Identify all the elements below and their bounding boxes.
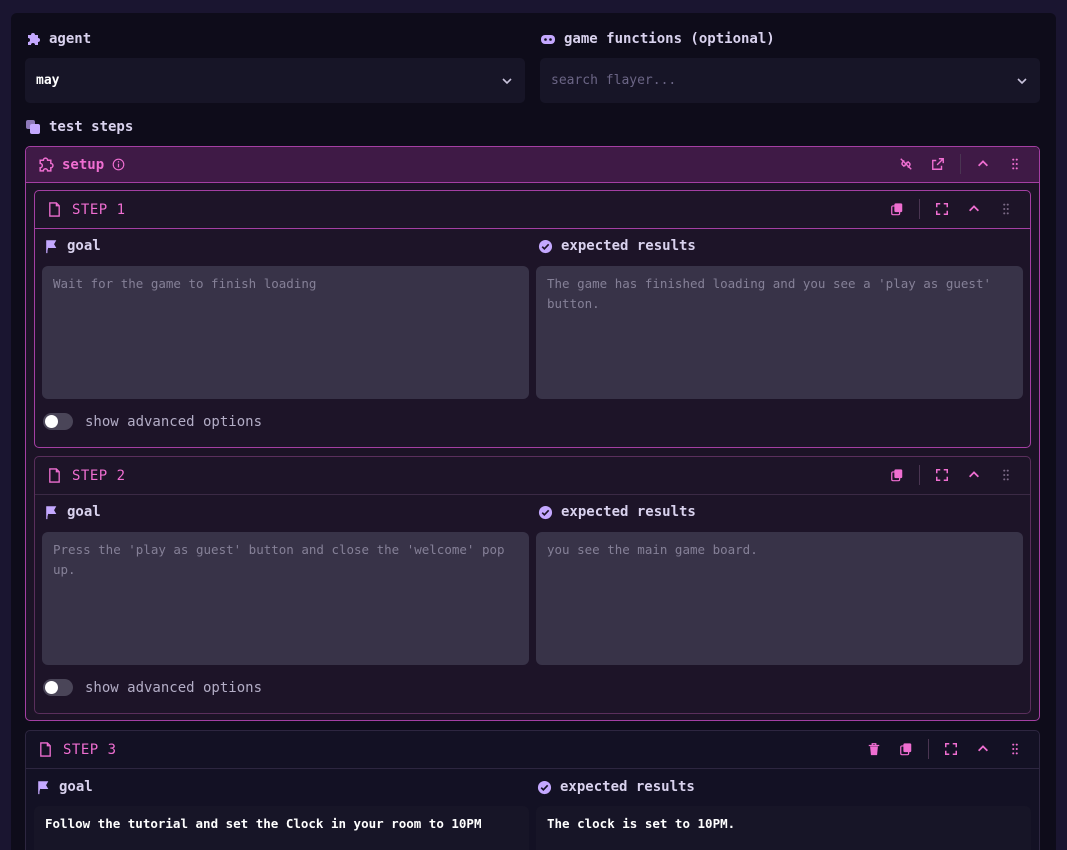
expected-results-textarea[interactable]: you see the main game board. [536,532,1023,665]
expand-step-button[interactable] [935,737,967,761]
collapse-step-button[interactable] [958,197,990,221]
step-header[interactable]: STEP 2 [35,457,1030,495]
duplicate-step-button[interactable] [881,197,913,221]
flag-icon [46,505,57,519]
game-functions-label: game functions (optional) [540,31,775,47]
step-card: STEP 3 goal expected results Follow the … [25,730,1040,850]
drag-handle[interactable] [999,152,1031,176]
game-functions-search[interactable]: search flayer... [540,58,1040,103]
collapse-setup-button[interactable] [967,152,999,176]
divider [928,739,929,759]
step-card: STEP 2 goal expected results Press the '… [34,456,1031,714]
file-icon [40,742,51,757]
puzzle-icon [28,33,40,45]
expected-results-textarea[interactable]: The game has finished loading and you se… [536,266,1023,399]
divider [919,465,920,485]
toggle-switch[interactable] [43,413,73,430]
layers-icon [26,120,40,134]
test-steps-label: test steps [25,119,133,135]
open-external-button[interactable] [922,152,954,176]
chevron-down-icon [502,77,512,84]
expand-step-button[interactable] [926,197,958,221]
unlink-icon [900,158,912,170]
step-title: STEP 2 [72,467,126,484]
advanced-options-toggle[interactable]: show advanced options [43,413,262,430]
divider [919,199,920,219]
collapse-step-button[interactable] [967,737,999,761]
collapse-step-button[interactable] [958,463,990,487]
duplicate-step-button[interactable] [881,463,913,487]
agent-select[interactable]: may [25,58,525,103]
chevron-down-icon [1017,77,1027,84]
duplicate-step-button[interactable] [890,737,922,761]
expand-step-button[interactable] [926,463,958,487]
agent-value: may [36,73,60,88]
advanced-options-label: show advanced options [85,413,263,430]
step-title: STEP 3 [63,741,117,758]
file-icon [49,468,60,483]
advanced-options-label: show advanced options [85,679,263,696]
goal-label: goal [36,779,93,795]
file-icon [49,202,60,217]
goal-label: goal [44,238,101,254]
chevron-up-icon [969,471,979,478]
expected-results-textarea[interactable]: The clock is set to 10PM. [536,806,1031,850]
copy-icon [900,743,912,756]
divider [960,154,961,174]
gamepad-icon [541,35,555,44]
fullscreen-icon [936,203,948,215]
copy-icon [891,469,903,482]
check-circle-icon [537,780,552,794]
drag-handle[interactable] [999,737,1031,761]
fullscreen-icon [936,469,948,481]
grip-dots-icon [1012,158,1018,170]
chevron-up-icon [978,160,988,167]
setup-group: setup STEP 1 goal expected results Wait … [25,146,1040,721]
game-functions-placeholder: search flayer... [551,73,677,88]
check-circle-icon [538,505,553,519]
drag-handle[interactable] [990,197,1022,221]
fullscreen-icon [945,743,957,755]
external-link-icon [932,158,944,170]
drag-handle[interactable] [990,463,1022,487]
flag-icon [46,239,57,253]
grip-dots-icon [1012,743,1018,755]
setup-header[interactable]: setup [26,147,1039,183]
flag-icon [38,780,49,794]
delete-step-button[interactable] [858,737,890,761]
grip-dots-icon [1003,469,1009,481]
unlink-button[interactable] [890,152,922,176]
expected-results-label: expected results [537,779,695,795]
step-header[interactable]: STEP 1 [35,191,1030,229]
step-card: STEP 1 goal expected results Wait for th… [34,190,1031,448]
expected-results-label: expected results [538,238,696,254]
expected-results-label: expected results [538,504,696,520]
goal-textarea[interactable]: Wait for the game to finish loading [42,266,529,399]
puzzle-outline-icon [39,157,54,172]
step-header[interactable]: STEP 3 [26,731,1039,769]
goal-textarea[interactable]: Press the 'play as guest' button and clo… [42,532,529,665]
copy-icon [891,203,903,216]
info-icon[interactable] [112,158,125,171]
step-title: STEP 1 [72,201,126,218]
check-circle-icon [538,239,553,253]
advanced-options-toggle[interactable]: show advanced options [43,679,262,696]
toggle-switch[interactable] [43,679,73,696]
goal-label: goal [44,504,101,520]
agent-label: agent [25,31,91,47]
chevron-up-icon [978,745,988,752]
trash-icon [868,743,880,756]
grip-dots-icon [1003,203,1009,215]
chevron-up-icon [969,205,979,212]
setup-title: setup [62,156,105,173]
goal-textarea[interactable]: Follow the tutorial and set the Clock in… [34,806,529,850]
